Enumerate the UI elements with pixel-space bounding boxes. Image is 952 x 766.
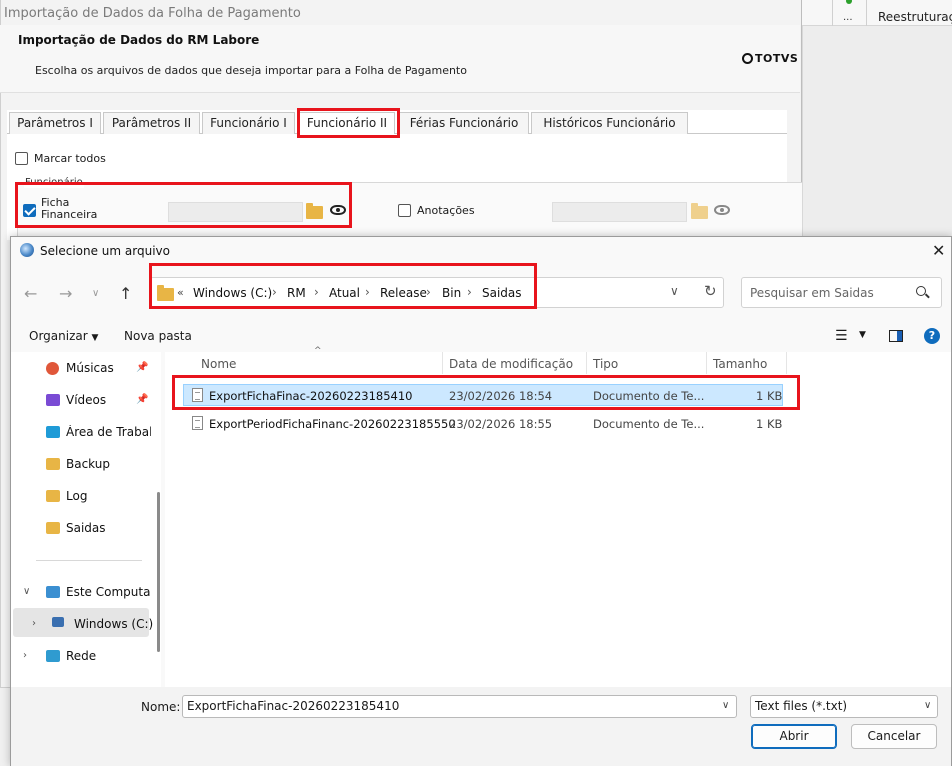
logo-text: TOTVS xyxy=(755,52,799,65)
highlight-path xyxy=(149,263,537,309)
column-divider[interactable] xyxy=(706,352,707,374)
file-name: ExportPeriodFichaFinanc-20260223185550 xyxy=(209,417,456,431)
view-list-icon[interactable]: ☰ xyxy=(835,328,848,344)
recent-chevron-down-icon[interactable]: ∨ xyxy=(92,288,99,299)
text-file-icon xyxy=(192,416,203,430)
new-folder-button[interactable]: Nova pasta xyxy=(124,329,192,343)
toolbar-reestruturacao-button[interactable]: Reestruturação xyxy=(878,10,952,24)
folder-icon xyxy=(46,490,60,502)
up-arrow-icon[interactable]: ↑ xyxy=(119,284,132,303)
view-eye-icon[interactable] xyxy=(714,205,730,215)
close-icon[interactable]: ✕ xyxy=(932,241,945,260)
chevron-down-icon[interactable]: ∨ xyxy=(924,700,931,711)
organize-label: Organizar xyxy=(29,329,88,343)
nav-item-este-computador[interactable]: Este Computador xyxy=(66,585,151,599)
refresh-icon[interactable]: ↻ xyxy=(704,282,717,300)
tab-historicos-funcionario[interactable]: Históricos Funcionário xyxy=(531,112,688,134)
folder-icon xyxy=(46,458,60,470)
back-arrow-icon[interactable]: ← xyxy=(24,284,37,303)
music-icon xyxy=(46,362,59,375)
column-divider[interactable] xyxy=(442,352,443,374)
tab-parametros-i[interactable]: Parâmetros I xyxy=(9,112,101,134)
nav-item-musicas[interactable]: Músicas xyxy=(66,361,172,375)
nav-item-videos[interactable]: Vídeos xyxy=(66,393,172,407)
video-icon xyxy=(46,394,60,406)
anotacoes-checkbox[interactable] xyxy=(398,204,411,217)
tab-funcionario-i[interactable]: Funcionário I xyxy=(202,112,295,134)
highlight-tab xyxy=(297,108,400,138)
search-placeholder: Pesquisar em Saidas xyxy=(750,286,874,300)
tab-ferias-funcionario[interactable]: Férias Funcionário xyxy=(399,112,529,134)
nav-item-rede[interactable]: Rede xyxy=(66,649,172,663)
computer-icon xyxy=(46,586,60,598)
wizard-subtitle: Escolha os arquivos de dados que deseja … xyxy=(35,64,467,77)
chevron-down-icon[interactable]: ▼ xyxy=(859,330,866,340)
chevron-right-icon[interactable]: › xyxy=(23,650,27,661)
dialog-title: Selecione um arquivo xyxy=(40,244,170,258)
filename-input[interactable]: ExportFichaFinac-20260223185410 xyxy=(182,695,737,718)
chevron-down-icon[interactable]: ∨ xyxy=(722,700,729,711)
anotacoes-path-input[interactable] xyxy=(552,202,687,222)
wizard-heading: Importação de Dados do RM Labore xyxy=(18,33,260,47)
filename-label: Nome: xyxy=(141,700,181,714)
file-size: 1 KB xyxy=(756,417,783,431)
column-divider[interactable] xyxy=(586,352,587,374)
toolbar-divider xyxy=(866,0,867,26)
totvs-ring-icon xyxy=(742,53,753,64)
select-all-checkbox[interactable] xyxy=(15,152,28,165)
forward-arrow-icon[interactable]: → xyxy=(59,284,72,303)
anotacoes-label: Anotações xyxy=(417,204,475,217)
organize-button[interactable]: Organizar ▼ xyxy=(29,329,98,343)
app-globe-icon xyxy=(20,243,34,257)
tab-parametros-ii[interactable]: Parâmetros II xyxy=(103,112,200,134)
filetype-select[interactable]: Text files (*.txt) xyxy=(750,695,938,718)
folder-icon xyxy=(46,522,60,534)
select-all-label: Marcar todos xyxy=(34,152,106,165)
toolbar-more-button[interactable]: ... xyxy=(843,12,853,23)
chevron-right-icon[interactable]: › xyxy=(32,618,36,629)
preview-pane-icon[interactable] xyxy=(889,330,903,342)
column-header-modified[interactable]: Data de modificação xyxy=(449,357,573,371)
nav-divider xyxy=(36,560,142,561)
column-header-size[interactable]: Tamanho xyxy=(713,357,767,371)
open-folder-icon[interactable] xyxy=(691,203,708,219)
nav-item-backup[interactable]: Backup xyxy=(66,457,172,471)
file-modified: 23/02/2026 18:55 xyxy=(449,417,553,431)
address-chevron-down-icon[interactable]: ∨ xyxy=(670,284,679,298)
desktop-icon xyxy=(46,426,60,438)
network-icon xyxy=(46,650,60,662)
pin-icon[interactable]: 📌 xyxy=(136,394,148,405)
help-icon[interactable]: ? xyxy=(924,328,940,344)
column-header-type[interactable]: Tipo xyxy=(593,357,618,371)
search-icon[interactable] xyxy=(916,286,926,296)
chevron-down-icon[interactable]: ∨ xyxy=(23,586,30,597)
sort-ascending-icon: ^ xyxy=(314,346,322,356)
nav-scrollbar[interactable] xyxy=(157,492,160,652)
nav-item-area-de-trabalho[interactable]: Área de Trabalho xyxy=(66,425,151,439)
column-header-name[interactable]: Nome xyxy=(201,357,236,371)
chevron-down-icon: ▼ xyxy=(91,333,99,343)
window-title: Importação de Dados da Folha de Pagament… xyxy=(4,6,301,21)
drive-icon xyxy=(52,617,64,627)
cancel-button[interactable]: Cancelar xyxy=(851,724,937,749)
pin-icon[interactable]: 📌 xyxy=(136,362,148,373)
column-divider[interactable] xyxy=(786,352,787,374)
open-button[interactable]: Abrir xyxy=(751,724,837,749)
toolbar-divider xyxy=(832,0,833,26)
highlight-ficha-row xyxy=(15,182,352,228)
totvs-logo: TOTVS xyxy=(742,52,798,65)
highlight-file xyxy=(172,375,800,410)
file-type: Documento de Te... xyxy=(593,417,705,431)
